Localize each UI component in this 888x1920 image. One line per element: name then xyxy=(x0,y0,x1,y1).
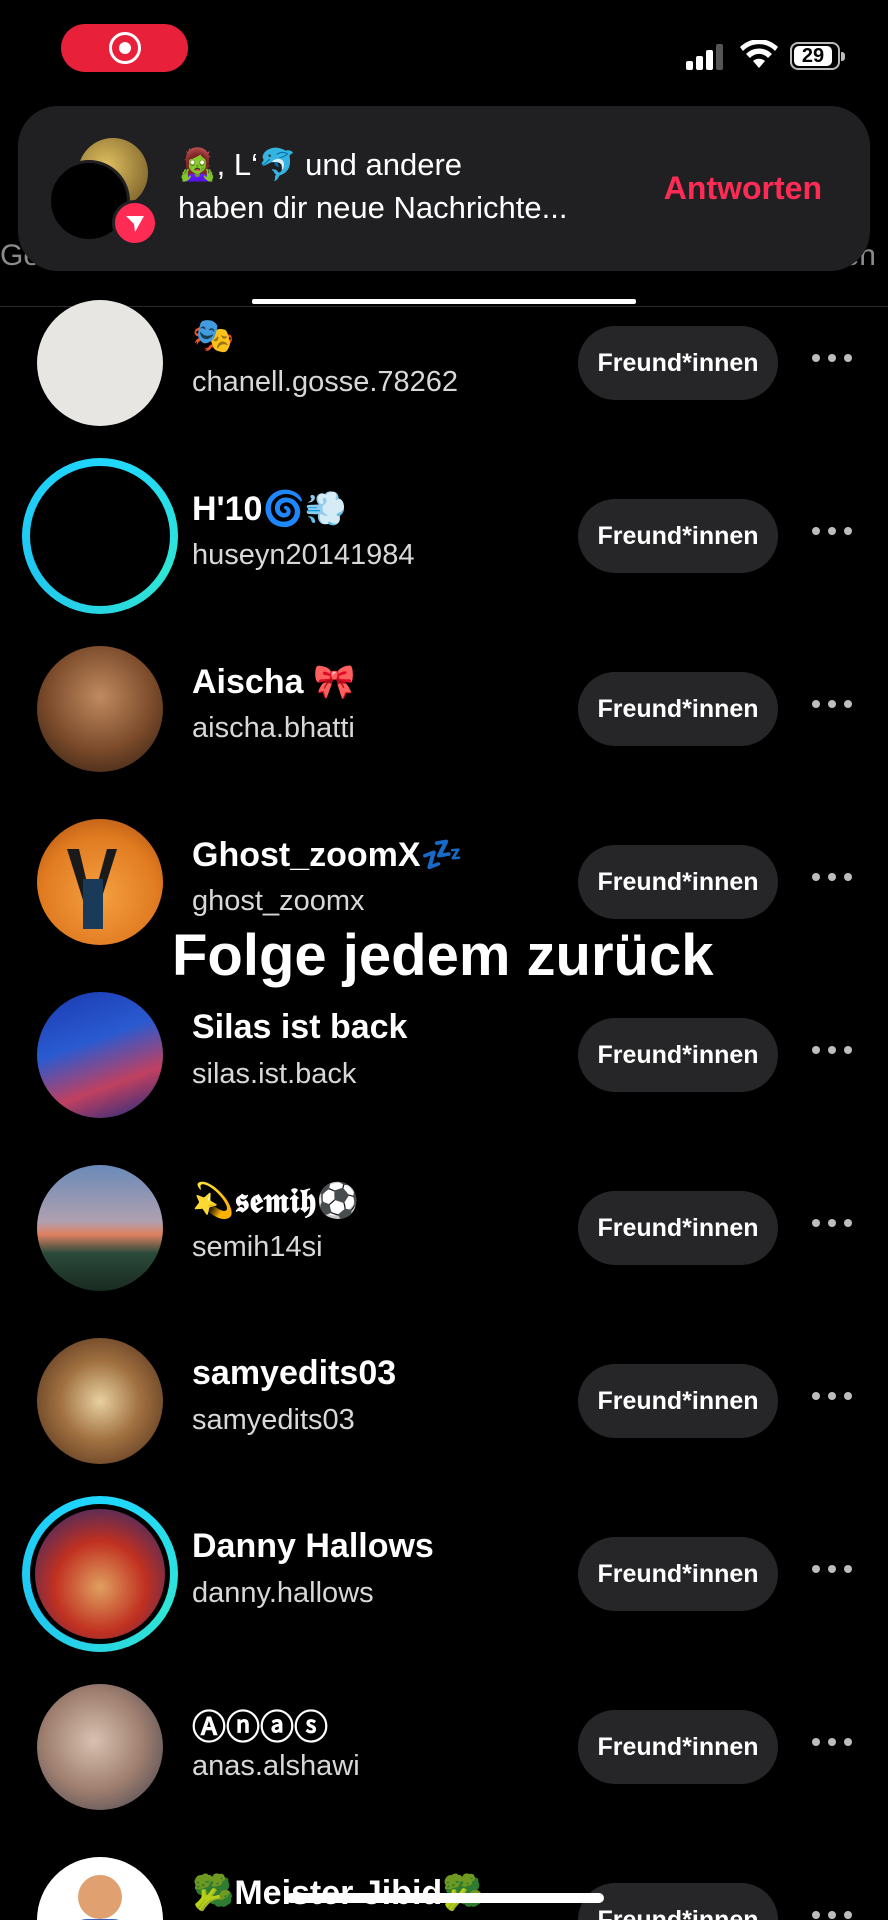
status-bar: 29 xyxy=(0,0,888,100)
friends-button[interactable]: Freund*innen xyxy=(578,499,778,573)
screen-recording-indicator[interactable] xyxy=(61,24,188,72)
display-name: H'10🌀💨 xyxy=(192,490,348,528)
display-name: Danny Hallows xyxy=(192,1527,434,1565)
list-item[interactable]: Danny Hallows danny.hallows Freund*innen xyxy=(0,1481,888,1654)
username: silas.ist.back xyxy=(192,1058,357,1090)
battery-icon: 29 xyxy=(790,42,845,70)
list-item[interactable]: 🥦Meister Jibid🥦 Freund*innen xyxy=(0,1827,888,1920)
video-caption-overlay: Folge jedem zurück xyxy=(172,923,714,988)
friends-button[interactable]: Freund*innen xyxy=(578,672,778,746)
display-name: 💫𝖘𝖊𝖒𝖎𝖍⚽ xyxy=(192,1182,359,1220)
avatar[interactable] xyxy=(37,646,163,772)
notification-body: haben dir neue Nachrichte... xyxy=(178,190,568,225)
more-options-icon[interactable] xyxy=(812,871,856,883)
more-options-icon[interactable] xyxy=(812,1390,856,1402)
friends-button[interactable]: Freund*innen xyxy=(578,1537,778,1611)
username: anas.alshawi xyxy=(192,1750,360,1782)
more-options-icon[interactable] xyxy=(812,698,856,710)
display-name: Silas ist back xyxy=(192,1008,408,1046)
username: danny.hallows xyxy=(192,1577,374,1609)
list-item[interactable]: 🎭 chanell.gosse.78262 Freund*innen xyxy=(0,270,888,443)
avatar[interactable] xyxy=(37,819,163,945)
friends-button[interactable]: Freund*innen xyxy=(578,1883,778,1920)
avatar[interactable] xyxy=(37,1338,163,1464)
display-name: Ghost_zoomX💤 xyxy=(192,836,463,874)
reply-button[interactable]: Antworten xyxy=(664,170,822,207)
display-name: Aischa 🎀 xyxy=(192,663,356,701)
more-options-icon[interactable] xyxy=(812,525,856,537)
avatar[interactable] xyxy=(37,1684,163,1810)
notification-avatar xyxy=(48,138,158,246)
more-options-icon[interactable] xyxy=(812,1217,856,1229)
display-name: 🎭 xyxy=(192,317,235,355)
username: ghost_zoomx xyxy=(192,885,365,917)
list-item[interactable]: H'10🌀💨 huseyn20141984 Freund*innen xyxy=(0,443,888,616)
record-icon xyxy=(109,32,141,64)
avatar[interactable] xyxy=(37,992,163,1118)
username: chanell.gosse.78262 xyxy=(192,366,459,398)
list-item[interactable]: samyedits03 samyedits03 Freund*innen xyxy=(0,1308,888,1481)
notification-title: 🧟‍♀️, L‘🐬 und andere xyxy=(178,147,463,182)
list-item[interactable]: Aischa 🎀 aischa.bhatti Freund*innen xyxy=(0,616,888,789)
username: semih14si xyxy=(192,1231,323,1263)
friends-button[interactable]: Freund*innen xyxy=(578,1191,778,1265)
username: samyedits03 xyxy=(192,1404,355,1436)
list-item[interactable]: 💫𝖘𝖊𝖒𝖎𝖍⚽ semih14si Freund*innen xyxy=(0,1135,888,1308)
friends-button[interactable]: Freund*innen xyxy=(578,326,778,400)
more-options-icon[interactable] xyxy=(812,352,856,364)
display-name: Ⓐⓝⓐⓢ xyxy=(192,1709,328,1747)
avatar[interactable] xyxy=(37,300,163,426)
friends-button[interactable]: Freund*innen xyxy=(578,1364,778,1438)
friends-button[interactable]: Freund*innen xyxy=(578,1018,778,1092)
friends-button[interactable]: Freund*innen xyxy=(578,1710,778,1784)
more-options-icon[interactable] xyxy=(812,1563,856,1575)
home-indicator[interactable] xyxy=(286,1893,604,1903)
friends-button[interactable]: Freund*innen xyxy=(578,845,778,919)
direct-message-icon xyxy=(112,200,158,246)
more-options-icon[interactable] xyxy=(812,1909,856,1920)
cellular-signal-icon xyxy=(686,44,726,70)
battery-level: 29 xyxy=(794,46,832,66)
message-notification-banner[interactable]: 🧟‍♀️, L‘🐬 und andere haben dir neue Nach… xyxy=(18,106,870,271)
username: aischa.bhatti xyxy=(192,712,355,744)
list-item[interactable]: Ⓐⓝⓐⓢ anas.alshawi Freund*innen xyxy=(0,1654,888,1827)
more-options-icon[interactable] xyxy=(812,1736,856,1748)
avatar[interactable] xyxy=(37,1857,163,1920)
avatar[interactable] xyxy=(22,1496,178,1652)
avatar[interactable] xyxy=(22,458,178,614)
username: huseyn20141984 xyxy=(192,539,415,571)
more-options-icon[interactable] xyxy=(812,1044,856,1056)
wifi-icon xyxy=(740,40,778,68)
avatar[interactable] xyxy=(37,1165,163,1291)
display-name: samyedits03 xyxy=(192,1354,397,1392)
